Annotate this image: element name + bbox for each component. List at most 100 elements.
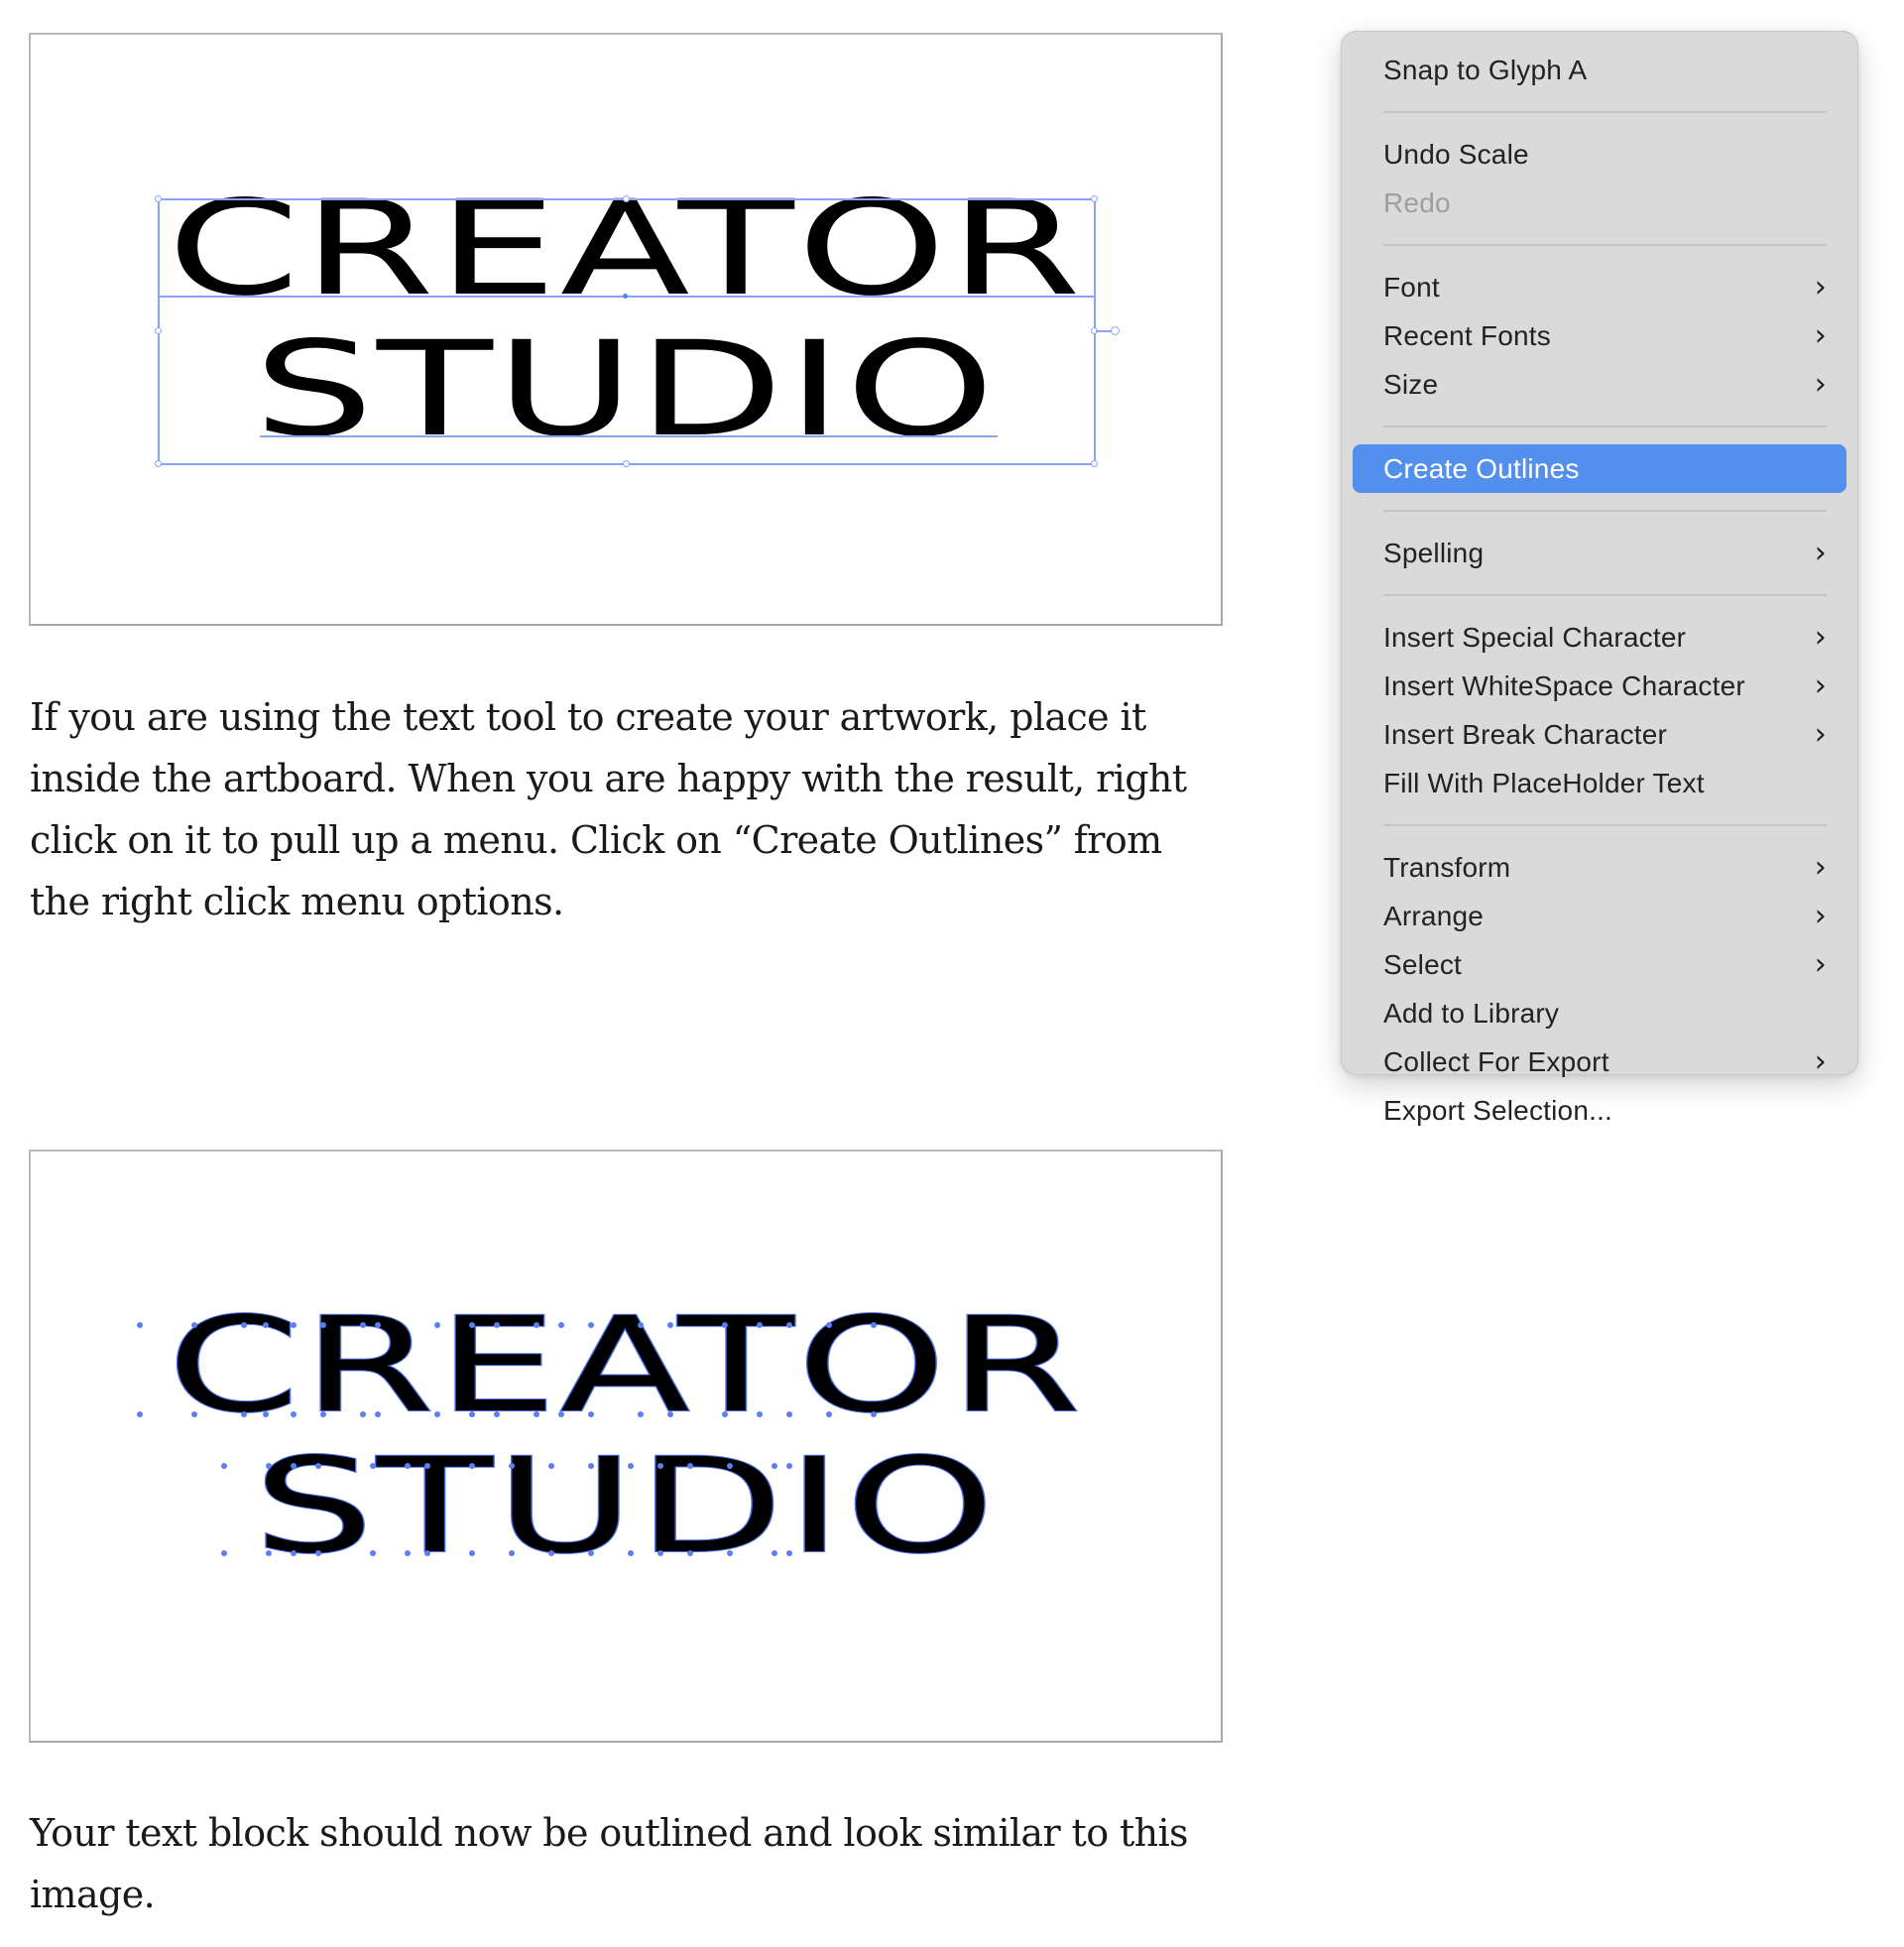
- anchor-point[interactable]: [786, 1550, 792, 1556]
- anchor-point[interactable]: [320, 1411, 326, 1417]
- anchor-point[interactable]: [191, 1322, 197, 1328]
- anchor-point[interactable]: [137, 1411, 143, 1417]
- handle-top-right[interactable]: [1091, 195, 1098, 202]
- anchor-point[interactable]: [370, 1463, 376, 1469]
- anchor-point[interactable]: [772, 1463, 777, 1469]
- menu-item-snap-to-glyph-a[interactable]: Snap to Glyph A: [1353, 46, 1846, 94]
- anchor-point[interactable]: [786, 1322, 792, 1328]
- anchor-point[interactable]: [263, 1322, 269, 1328]
- menu-item-select[interactable]: Select ›: [1353, 940, 1846, 989]
- anchor-point[interactable]: [266, 1463, 272, 1469]
- anchor-point[interactable]: [826, 1322, 832, 1328]
- menu-item-insert-break-character[interactable]: Insert Break Character ›: [1353, 710, 1846, 759]
- artboard-live-text[interactable]: CREATOR STUDIO: [29, 33, 1223, 626]
- anchor-point[interactable]: [315, 1550, 321, 1556]
- anchor-point[interactable]: [291, 1463, 297, 1469]
- anchor-point[interactable]: [772, 1550, 777, 1556]
- anchor-point[interactable]: [469, 1550, 475, 1556]
- anchor-point[interactable]: [241, 1322, 247, 1328]
- handle-top-middle[interactable]: [623, 195, 630, 202]
- handle-top-left[interactable]: [155, 195, 162, 202]
- anchor-point[interactable]: [667, 1322, 673, 1328]
- anchor-point[interactable]: [548, 1550, 554, 1556]
- outlined-line-studio[interactable]: STUDIO: [31, 1440, 1221, 1573]
- anchor-point[interactable]: [241, 1411, 247, 1417]
- anchor-point[interactable]: [375, 1322, 381, 1328]
- menu-item-undo-scale[interactable]: Undo Scale: [1353, 130, 1846, 179]
- text-out-port[interactable]: [1111, 326, 1120, 335]
- anchor-point[interactable]: [657, 1550, 663, 1556]
- anchor-point[interactable]: [370, 1550, 376, 1556]
- anchor-point[interactable]: [221, 1463, 227, 1469]
- menu-item-insert-whitespace-character[interactable]: Insert WhiteSpace Character ›: [1353, 662, 1846, 710]
- anchor-point[interactable]: [558, 1411, 564, 1417]
- anchor-point[interactable]: [509, 1463, 515, 1469]
- anchor-point[interactable]: [291, 1322, 297, 1328]
- anchor-point[interactable]: [263, 1411, 269, 1417]
- anchor-point[interactable]: [722, 1322, 728, 1328]
- menu-item-export-selection[interactable]: Export Selection...: [1353, 1086, 1846, 1135]
- menu-item-size[interactable]: Size ›: [1353, 360, 1846, 409]
- anchor-point[interactable]: [375, 1411, 381, 1417]
- handle-middle-left[interactable]: [155, 327, 162, 334]
- menu-item-arrange[interactable]: Arrange ›: [1353, 892, 1846, 940]
- anchor-point[interactable]: [558, 1322, 564, 1328]
- anchor-point[interactable]: [722, 1411, 728, 1417]
- anchor-point[interactable]: [638, 1322, 644, 1328]
- anchor-point[interactable]: [266, 1550, 272, 1556]
- anchor-point[interactable]: [315, 1463, 321, 1469]
- anchor-point[interactable]: [786, 1463, 792, 1469]
- anchor-point[interactable]: [221, 1550, 227, 1556]
- anchor-point[interactable]: [320, 1322, 326, 1328]
- anchor-point[interactable]: [757, 1322, 763, 1328]
- anchor-point[interactable]: [628, 1550, 634, 1556]
- anchor-point[interactable]: [360, 1322, 366, 1328]
- menu-item-create-outlines[interactable]: Create Outlines: [1353, 444, 1846, 493]
- anchor-point[interactable]: [291, 1411, 297, 1417]
- anchor-point[interactable]: [548, 1463, 554, 1469]
- anchor-point[interactable]: [405, 1463, 411, 1469]
- anchor-point[interactable]: [534, 1322, 539, 1328]
- menu-item-font[interactable]: Font ›: [1353, 263, 1846, 311]
- anchor-point[interactable]: [588, 1411, 594, 1417]
- anchor-point[interactable]: [405, 1550, 411, 1556]
- anchor-point[interactable]: [757, 1411, 763, 1417]
- anchor-point[interactable]: [191, 1411, 197, 1417]
- anchor-point[interactable]: [786, 1411, 792, 1417]
- anchor-point[interactable]: [509, 1550, 515, 1556]
- menu-item-fill-with-placeholder-text[interactable]: Fill With PlaceHolder Text: [1353, 759, 1846, 807]
- anchor-point[interactable]: [494, 1411, 500, 1417]
- anchor-point[interactable]: [469, 1463, 475, 1469]
- anchor-point[interactable]: [494, 1322, 500, 1328]
- outlined-line-creator[interactable]: CREATOR: [31, 1299, 1221, 1432]
- handle-bottom-left[interactable]: [155, 460, 162, 467]
- menu-item-transform[interactable]: Transform ›: [1353, 843, 1846, 892]
- anchor-point[interactable]: [826, 1411, 832, 1417]
- anchor-point[interactable]: [469, 1322, 475, 1328]
- anchor-point[interactable]: [434, 1322, 440, 1328]
- anchor-point[interactable]: [424, 1463, 430, 1469]
- anchor-point[interactable]: [871, 1411, 877, 1417]
- anchor-point[interactable]: [727, 1550, 733, 1556]
- anchor-point[interactable]: [687, 1550, 693, 1556]
- anchor-point[interactable]: [667, 1411, 673, 1417]
- anchor-point[interactable]: [628, 1463, 634, 1469]
- handle-bottom-middle[interactable]: [623, 460, 630, 467]
- menu-item-spelling[interactable]: Spelling ›: [1353, 529, 1846, 577]
- menu-item-collect-for-export[interactable]: Collect For Export ›: [1353, 1037, 1846, 1086]
- anchor-point[interactable]: [588, 1550, 594, 1556]
- anchor-point[interactable]: [434, 1411, 440, 1417]
- anchor-point[interactable]: [534, 1411, 539, 1417]
- anchor-point[interactable]: [871, 1322, 877, 1328]
- anchor-point[interactable]: [588, 1463, 594, 1469]
- anchor-point[interactable]: [588, 1322, 594, 1328]
- anchor-point[interactable]: [360, 1411, 366, 1417]
- artboard-outlined-text[interactable]: CREATOR STUDIO: [29, 1150, 1223, 1743]
- anchor-point[interactable]: [291, 1550, 297, 1556]
- handle-bottom-right[interactable]: [1091, 460, 1098, 467]
- anchor-point[interactable]: [469, 1411, 475, 1417]
- menu-item-add-to-library[interactable]: Add to Library: [1353, 989, 1846, 1037]
- anchor-point[interactable]: [657, 1463, 663, 1469]
- anchor-point[interactable]: [727, 1463, 733, 1469]
- anchor-point[interactable]: [424, 1550, 430, 1556]
